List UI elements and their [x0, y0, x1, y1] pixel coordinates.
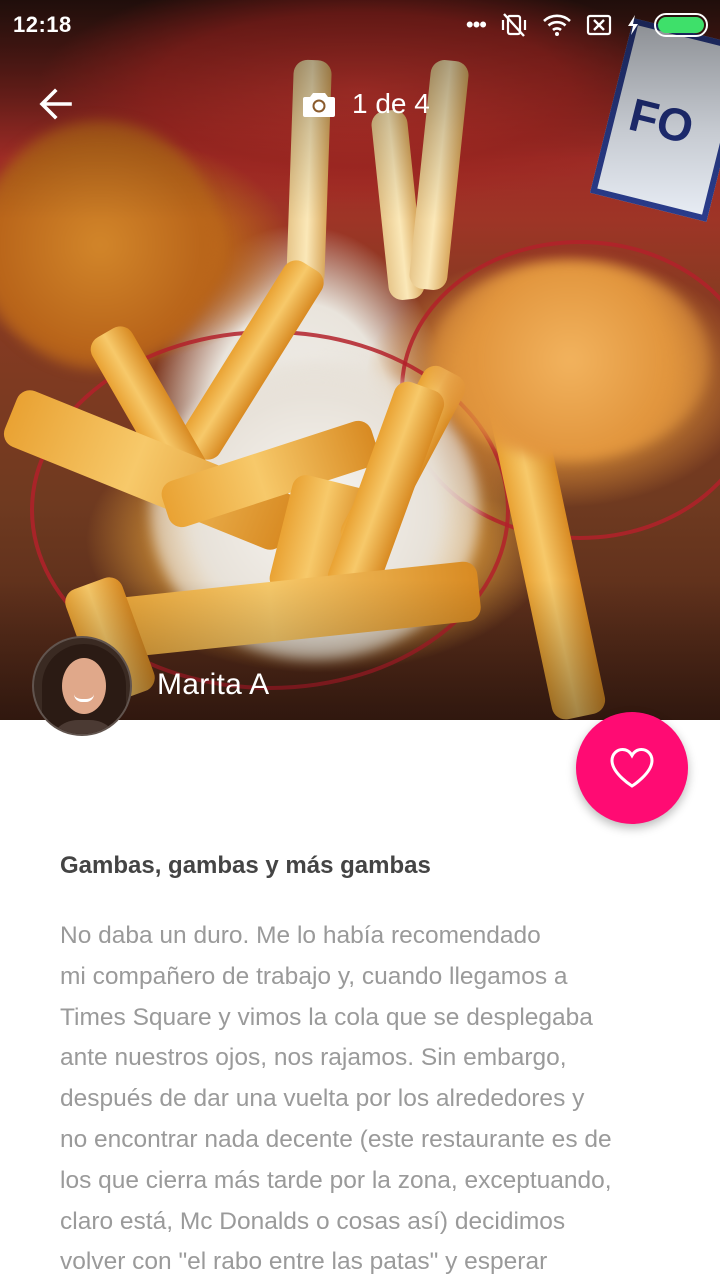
author-avatar[interactable] — [32, 636, 132, 736]
review-body-line: ante nuestros ojos, nos rajamos. Sin emb… — [60, 1044, 567, 1072]
battery-icon — [654, 13, 708, 37]
vibrate-off-icon — [501, 13, 527, 37]
review-body-line: mi compañero de trabajo y, cuando llegam… — [60, 962, 568, 990]
review-body: No daba un duro. Me lo había recomendado… — [60, 916, 670, 1280]
review-body-line: no encontrar nada decente (este restaura… — [60, 1125, 612, 1153]
status-bar: 12:18 ••• — [0, 0, 720, 50]
status-time: 12:18 — [13, 12, 72, 37]
more-dots-icon: ••• — [465, 12, 487, 37]
camera-icon — [303, 93, 335, 117]
review-body-line: claro está, Mc Donalds o cosas así) deci… — [60, 1207, 566, 1235]
review-title: Gambas, gambas y más gambas — [60, 852, 431, 879]
wifi-icon — [543, 14, 571, 36]
battery-level — [658, 17, 704, 33]
status-icons: ••• — [466, 12, 708, 38]
back-button[interactable] — [36, 84, 76, 124]
photo-counter-text: 1 de 4 — [352, 88, 430, 119]
heart-outline-icon — [610, 747, 654, 788]
photo-detail — [430, 260, 710, 460]
review-body-line: después de dar una vuelta por los alrede… — [60, 1085, 585, 1113]
review-body-line: Times Square y vimos la cola que se desp… — [60, 1003, 593, 1031]
photo-counter: 1 de 4 — [302, 84, 430, 124]
like-button[interactable] — [576, 712, 688, 824]
avatar-face — [62, 658, 106, 714]
review-body-line: volver con "el rabo entre las patas" y e… — [60, 1248, 548, 1276]
author-name[interactable]: Marita A — [157, 668, 269, 702]
review-body-line: los que cierra más tarde por la zona, ex… — [60, 1166, 612, 1194]
sim-off-icon — [586, 14, 612, 36]
charging-icon — [628, 15, 638, 35]
arrow-left-icon — [39, 88, 72, 120]
review-body-line: No daba un duro. Me lo había recomendado — [60, 922, 541, 949]
